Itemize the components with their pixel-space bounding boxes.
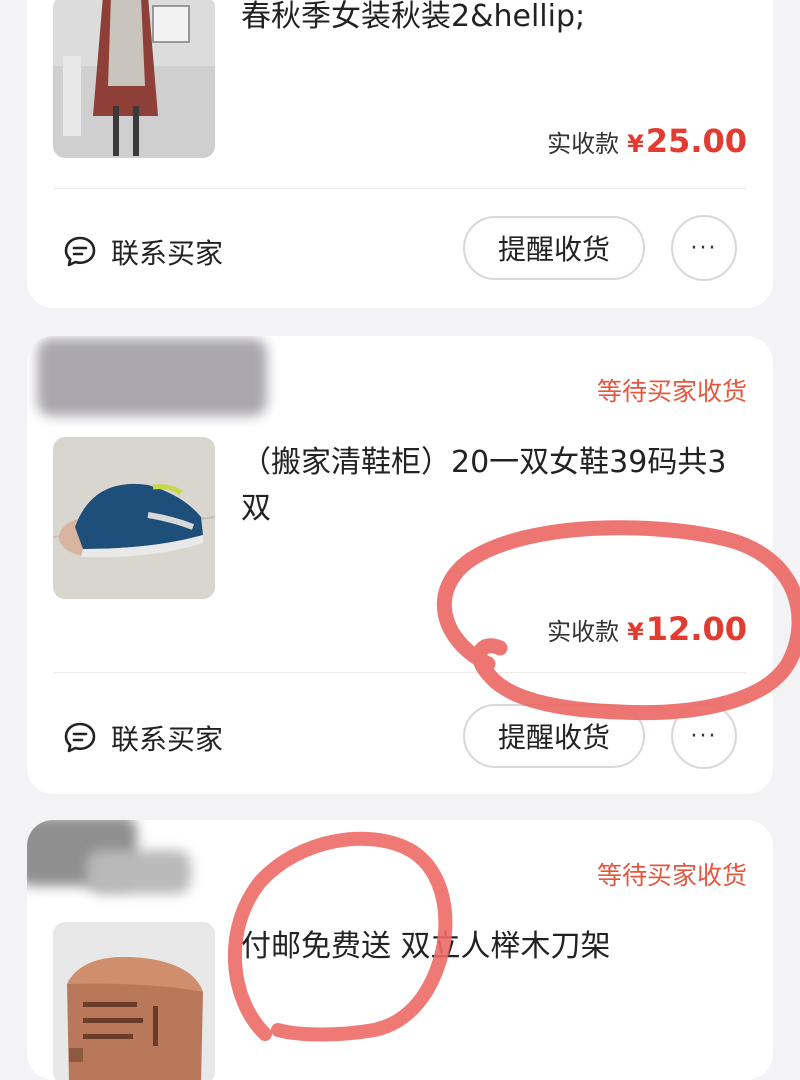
remind-receipt-button[interactable]: 提醒收货	[463, 704, 645, 768]
product-title[interactable]: 春秋季女装秋装2&hellip;	[241, 0, 751, 40]
contact-buyer-label: 联系买家	[111, 723, 224, 756]
divider	[53, 188, 747, 189]
order-card[interactable]: 春秋季女装秋装2&hellip; 实收款 ¥ 25.00 联系买家 提醒收货 ·…	[27, 0, 773, 308]
product-photo-icon	[53, 0, 215, 158]
price-label: 实收款	[547, 618, 620, 646]
more-button[interactable]: ···	[671, 703, 737, 769]
contact-buyer-label: 联系买家	[111, 237, 224, 270]
more-button[interactable]: ···	[671, 215, 737, 281]
order-card[interactable]: 等待买家收货 （搬家清鞋柜）20一双女鞋39码共3双 实收款 ¥ 12.00 联…	[27, 336, 773, 794]
price-label: 实收款	[547, 130, 620, 158]
blurred-buyer-info	[37, 338, 267, 416]
received-amount: 实收款 ¥ 25.00	[547, 122, 747, 160]
blurred-buyer-info	[87, 850, 191, 894]
chat-icon	[64, 722, 96, 753]
knife-block-photo-icon	[53, 922, 215, 1080]
product-title[interactable]: （搬家清鞋柜）20一双女鞋39码共3双	[241, 440, 751, 532]
price-amount: 25.00	[645, 122, 747, 160]
product-thumbnail[interactable]	[53, 922, 215, 1080]
product-thumbnail[interactable]	[53, 437, 215, 599]
remind-receipt-button[interactable]: 提醒收货	[463, 216, 645, 280]
received-amount: 实收款 ¥ 12.00	[547, 610, 747, 648]
order-status: 等待买家收货	[596, 861, 747, 890]
divider	[53, 672, 747, 673]
currency-symbol: ¥	[627, 130, 644, 158]
product-thumbnail[interactable]	[53, 0, 215, 158]
shoe-photo-icon	[53, 437, 215, 599]
contact-buyer-button[interactable]: 联系买家	[63, 232, 223, 272]
order-card[interactable]: 等待买家收货 付邮免费送 双立人榉木刀架	[27, 820, 773, 1080]
chat-icon	[64, 236, 96, 267]
order-status: 等待买家收货	[596, 377, 747, 406]
price-amount: 12.00	[645, 610, 747, 648]
product-title[interactable]: 付邮免费送 双立人榉木刀架	[241, 924, 751, 970]
contact-buyer-button[interactable]: 联系买家	[63, 718, 223, 758]
currency-symbol: ¥	[627, 618, 644, 646]
